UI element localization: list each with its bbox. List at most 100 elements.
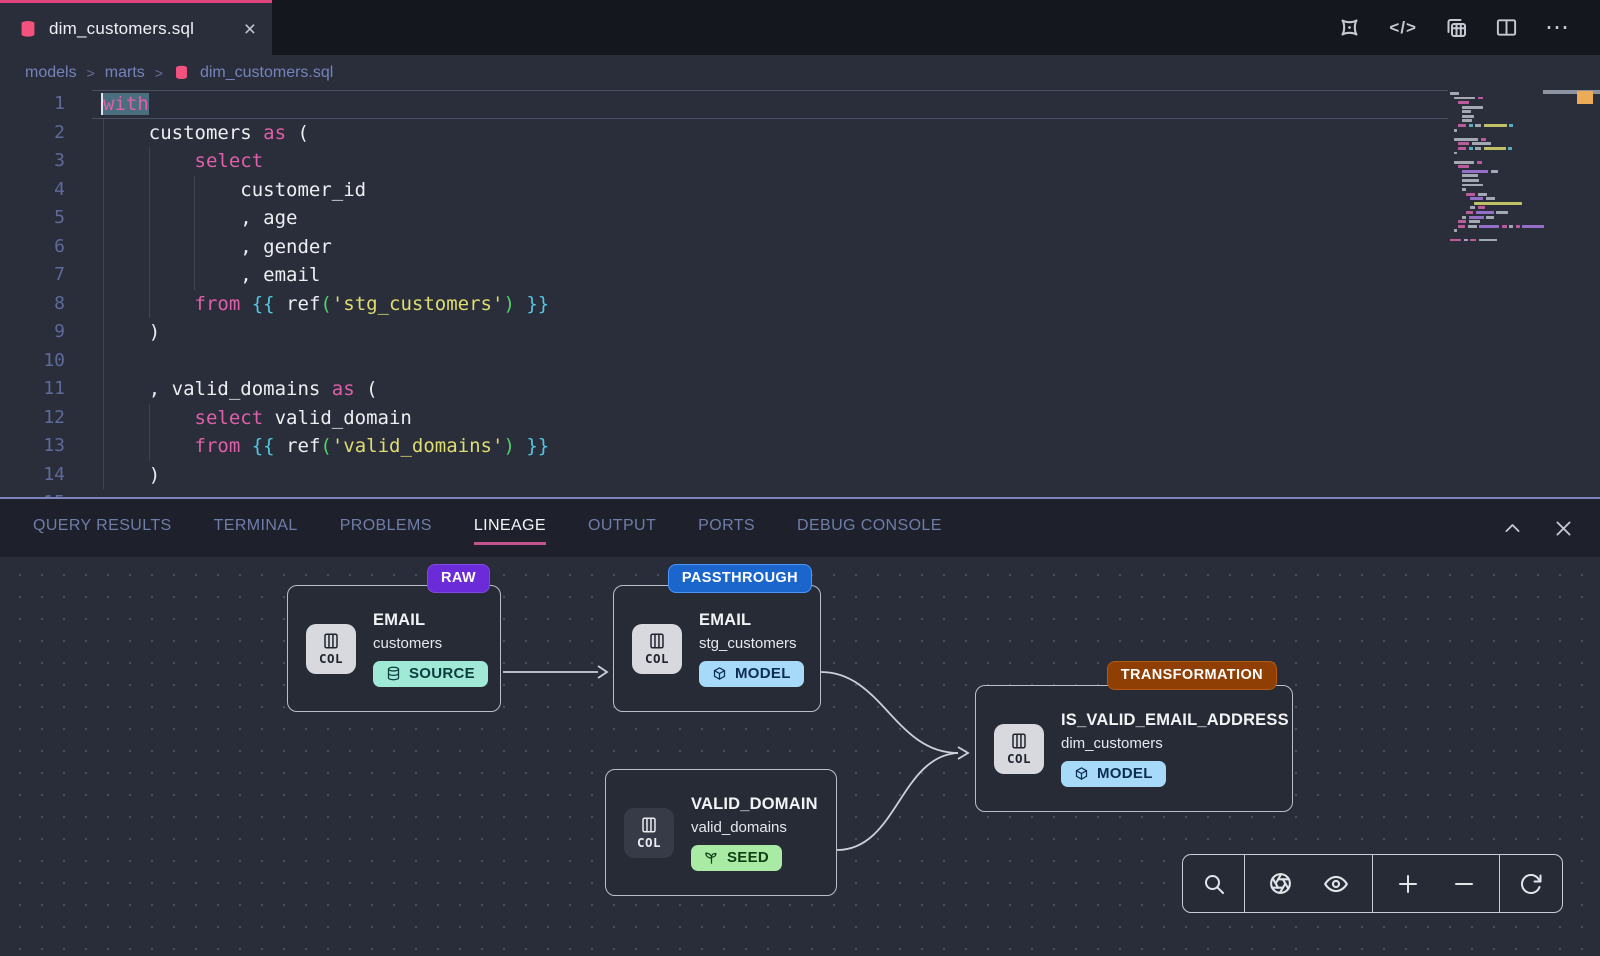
search-icon [1202,872,1226,896]
panel-actions [1502,518,1600,539]
copy-table-icon[interactable] [1444,16,1468,40]
code-lines: 1with2 customers as (3 select4 customer_… [0,90,1600,497]
panel-tab-lineage[interactable]: LINEAGE [474,511,546,545]
panel-tab-query-results[interactable]: QUERY RESULTS [33,511,172,545]
column-chip-label: COL [319,651,343,666]
code-line[interactable]: 13 from {{ ref('valid_domains') }} [0,432,1600,461]
lineage-node-customers[interactable]: RAW COL EMAIL customers SOURCE [287,585,501,712]
line-number: 6 [0,233,65,262]
line-number: 8 [0,290,65,319]
seedling-icon [704,850,719,865]
breadcrumb-file[interactable]: dim_customers.sql [200,64,333,82]
code-line[interactable]: 5 , age [0,204,1600,233]
model-badge: MODEL [699,661,804,687]
editor-tab-bar: dim_customers.sql × </> ⋯ [0,0,1600,55]
code-line[interactable]: 6 , gender [0,233,1600,262]
database-icon [386,666,401,681]
more-actions-icon[interactable]: ⋯ [1545,13,1570,42]
indent-guide [149,147,150,318]
code-line[interactable]: 1with [0,90,1600,119]
line-number: 1 [0,90,65,119]
node-title: VALID_DOMAIN [691,795,818,814]
line-number: 12 [0,404,65,433]
database-icon [18,19,38,39]
panel-tab-problems[interactable]: PROBLEMS [340,511,432,545]
dbt-logo-icon[interactable] [1337,15,1362,40]
line-number: 10 [0,347,65,376]
column-chip-icon[interactable]: COL [632,624,682,674]
indent-guide [194,176,195,290]
lineage-node-dim-customers[interactable]: TRANSFORMATION COL IS_VALID_EMAIL_ADDRES… [975,685,1293,812]
breadcrumb-marts[interactable]: marts [105,64,145,82]
line-number: 14 [0,461,65,490]
indent-guide [149,404,150,461]
code-line[interactable]: 3 select [0,147,1600,176]
eye-icon [1323,871,1349,897]
code-line[interactable]: 2 customers as ( [0,119,1600,148]
zoom-out-button[interactable] [1444,872,1484,896]
panel-tab-debug-console[interactable]: DEBUG CONSOLE [797,511,942,545]
panel-tab-terminal[interactable]: TERMINAL [214,511,298,545]
lineage-edge [837,753,958,850]
refresh-button[interactable] [1511,872,1551,896]
breadcrumb: models > marts > dim_customers.sql [0,55,1600,90]
code-editor[interactable]: 1with2 customers as (3 select4 customer_… [0,90,1600,497]
column-chip-icon[interactable]: COL [624,808,674,858]
badge-raw: RAW [427,564,490,593]
visibility-button[interactable] [1315,871,1357,897]
lineage-node-stg-customers[interactable]: PASSTHROUGH COL EMAIL stg_customers MODE… [613,585,821,712]
minimap[interactable] [1448,92,1540,243]
column-chip-icon[interactable]: COL [994,724,1044,774]
code-view-icon[interactable]: </> [1389,18,1417,38]
line-number: 5 [0,204,65,233]
line-number: 4 [0,176,65,205]
source-badge: SOURCE [373,661,488,687]
collapse-panel-icon[interactable] [1502,518,1523,539]
lineage-node-valid-domains[interactable]: COL VALID_DOMAIN valid_domains SEED [605,769,837,896]
columns-icon [647,632,667,650]
lineage-toolbar [1182,854,1563,913]
code-line[interactable]: 15 [0,489,1600,497]
minus-icon [1452,872,1476,896]
code-line[interactable]: 4 customer_id [0,176,1600,205]
tab-title: dim_customers.sql [49,19,231,39]
columns-icon [1009,732,1029,750]
refresh-icon [1519,872,1543,896]
panel-tab-output[interactable]: OUTPUT [588,511,656,545]
indent-guide [103,119,104,490]
search-button[interactable] [1194,872,1234,896]
node-title: IS_VALID_EMAIL_ADDRESS [1061,711,1289,730]
breadcrumb-models[interactable]: models [25,64,77,82]
node-subtitle: stg_customers [699,635,804,652]
seed-badge: SEED [691,845,782,871]
tab-close-icon[interactable]: × [242,19,258,40]
badge-passthrough: PASSTHROUGH [668,564,812,593]
code-line[interactable]: 12 select valid_domain [0,404,1600,433]
code-line[interactable]: 9 ) [0,318,1600,347]
code-line[interactable]: 10 [0,347,1600,376]
database-icon [173,64,190,81]
node-subtitle: dim_customers [1061,735,1289,752]
model-badge: MODEL [1061,761,1166,787]
close-panel-icon[interactable] [1553,518,1574,539]
bottom-panel-header: QUERY RESULTS TERMINAL PROBLEMS LINEAGE OUTP… [0,497,1600,557]
column-chip-label: COL [645,651,669,666]
line-number: 3 [0,147,65,176]
code-line[interactable]: 14 ) [0,461,1600,490]
tab-dim-customers[interactable]: dim_customers.sql × [0,0,272,55]
node-subtitle: valid_domains [691,819,818,836]
lineage-canvas[interactable]: RAW COL EMAIL customers SOURCE PASSTHROU… [0,557,1600,956]
code-line[interactable]: 8 from {{ ref('stg_customers') }} [0,290,1600,319]
lens-mode-button[interactable] [1260,871,1301,896]
arrowhead-icon [598,666,607,678]
code-line[interactable]: 7 , email [0,261,1600,290]
panel-tab-ports[interactable]: PORTS [698,511,755,545]
column-chip-icon[interactable]: COL [306,624,356,674]
line-number: 15 [0,489,65,497]
node-subtitle: customers [373,635,488,652]
line-number: 2 [0,119,65,148]
zoom-in-button[interactable] [1388,872,1428,896]
split-editor-icon[interactable] [1495,16,1518,39]
cube-icon [1074,766,1089,781]
code-line[interactable]: 11 , valid_domains as ( [0,375,1600,404]
